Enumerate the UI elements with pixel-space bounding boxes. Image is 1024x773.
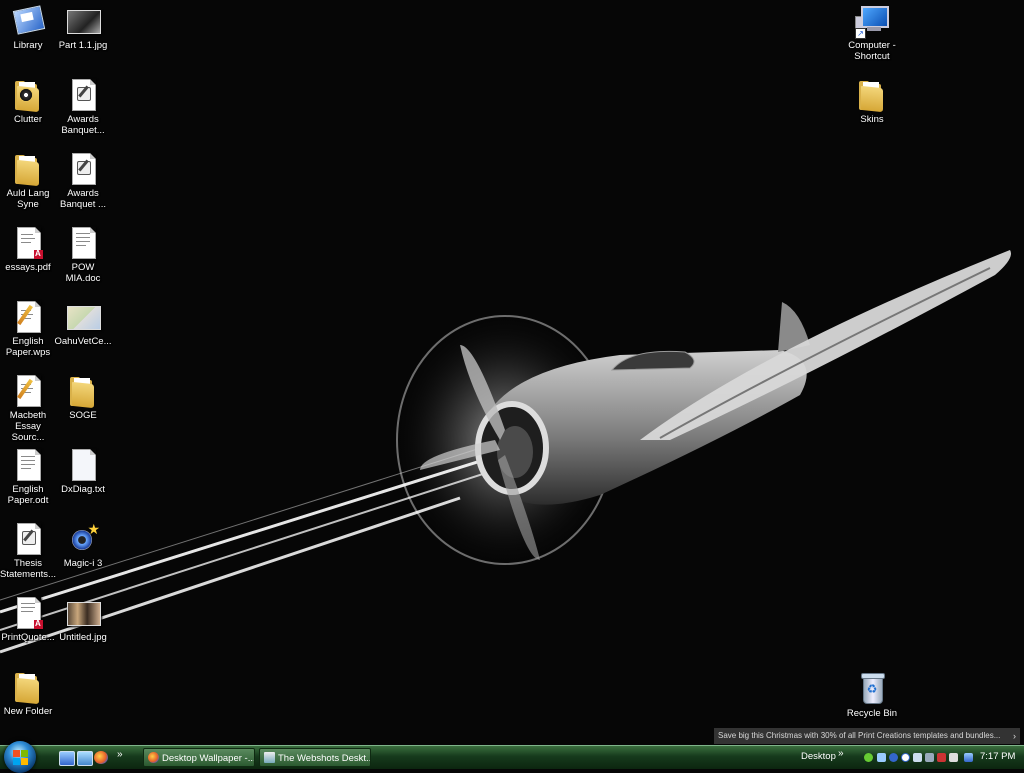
- computer-icon: ↗: [855, 4, 889, 39]
- image-file-icon: [66, 596, 101, 630]
- ad-banner[interactable]: Save big this Christmas with 30% of all …: [714, 728, 1020, 744]
- desktop-icon-library[interactable]: Library: [0, 4, 58, 51]
- folder-icon: [11, 152, 45, 187]
- image-file-icon: [66, 300, 101, 334]
- works-document-icon: [11, 300, 45, 334]
- desktop-icon-label: DxDiag.txt: [61, 484, 105, 495]
- desktop-icon-label: Macbeth Essay Sourc...: [9, 410, 47, 443]
- taskbar-button-desktop-wallpaper[interactable]: Desktop Wallpaper -...: [143, 748, 255, 767]
- desktop-icon-label: Recycle Bin: [846, 708, 898, 719]
- desktop-icon-label: New Folder: [3, 706, 53, 717]
- document-icon: [11, 448, 45, 482]
- tray-display-icon[interactable]: [913, 753, 922, 762]
- library-icon: [11, 4, 46, 38]
- desktop-icon-label: Auld Lang Syne: [6, 188, 50, 210]
- desktop-icon-label: POW MIA.doc: [65, 262, 101, 284]
- switch-windows-icon[interactable]: [77, 751, 93, 766]
- webshots-icon: [264, 752, 275, 763]
- tray-network-icon[interactable]: [877, 753, 886, 762]
- desktop-icon-auld-lang-syne[interactable]: Auld Lang Syne: [0, 152, 58, 210]
- taskbar: » Desktop Wallpaper -... The Webshots De…: [0, 741, 1024, 773]
- volume-icon[interactable]: [949, 753, 958, 762]
- desktop-icon-printquote[interactable]: PrintQuote...: [0, 596, 58, 643]
- desktop-toolbar-label[interactable]: Desktop: [801, 751, 836, 762]
- firefox-icon[interactable]: [94, 751, 108, 764]
- desktop-icon-label: Thesis Statements...: [0, 558, 56, 580]
- text-file-icon: [66, 448, 100, 482]
- folder-icon: [855, 78, 889, 113]
- works-document-icon: [11, 374, 45, 408]
- desktop-icon-label: SOGE: [69, 410, 97, 421]
- desktop-icon-computer-shortcut[interactable]: ↗ Computer - Shortcut: [842, 4, 902, 62]
- desktop-icon-soge[interactable]: SOGE: [53, 374, 113, 421]
- show-desktop-icon[interactable]: [59, 751, 75, 766]
- desktop-icon-oahuvetce[interactable]: OahuVetCe...: [53, 300, 113, 347]
- desktop-icon-pow-mia-doc[interactable]: POW MIA.doc: [53, 226, 113, 284]
- desktop-icon-label: Magic-i 3: [63, 558, 103, 569]
- desktop-icon-skins[interactable]: Skins: [842, 78, 902, 125]
- desktop-icon-part-1-1-jpg[interactable]: Part 1.1.jpg: [53, 4, 113, 51]
- network-icon[interactable]: [964, 753, 973, 762]
- desktop-icon-awards-banquet-1[interactable]: Awards Banquet...: [53, 78, 113, 136]
- desktop-icon-label: PrintQuote...: [1, 632, 55, 643]
- desktop-icon-label: Awards Banquet...: [61, 114, 105, 136]
- pdf-file-icon: [11, 226, 45, 260]
- recycle-bin-icon: ♻: [855, 672, 889, 706]
- desktop-icon-dxdiag-txt[interactable]: DxDiag.txt: [53, 448, 113, 495]
- ad-banner-text: Save big this Christmas with 30% of all …: [718, 731, 1001, 740]
- taskbar-clock[interactable]: 7:17 PM: [980, 751, 1015, 762]
- word-document-icon: [66, 226, 100, 260]
- firefox-icon: [148, 752, 159, 763]
- desktop-icon-awards-banquet-2[interactable]: Awards Banquet ...: [53, 152, 113, 210]
- desktop-icon-untitled-jpg[interactable]: Untitled.jpg: [53, 596, 113, 643]
- start-button[interactable]: [4, 741, 36, 773]
- magic-i-app-icon: ★: [66, 522, 100, 556]
- desktop-icon-recycle-bin[interactable]: ♻ Recycle Bin: [842, 672, 902, 719]
- folder-icon: [11, 670, 45, 705]
- desktop-icon-label: English Paper.wps: [5, 336, 51, 358]
- chevron-right-icon[interactable]: ›: [1013, 728, 1016, 744]
- quick-launch-chevron-icon[interactable]: »: [117, 749, 123, 760]
- desktop-icon-label: essays.pdf: [5, 262, 51, 273]
- desktop-icon-label: Computer - Shortcut: [848, 40, 896, 62]
- desktop-icon-label: OahuVetCe...: [54, 336, 112, 347]
- image-file-icon: [66, 4, 101, 38]
- desktop-icon-label: English Paper.odt: [7, 484, 49, 506]
- taskbar-button-label: Desktop Wallpaper -...: [162, 753, 255, 764]
- windows-logo-icon: [13, 750, 28, 765]
- tray-security-icon[interactable]: [937, 753, 946, 762]
- folder-icon: [11, 78, 45, 113]
- desktop-icon-label: Clutter: [14, 114, 42, 125]
- document-icon: [66, 152, 100, 186]
- pdf-file-icon: [11, 596, 45, 630]
- desktop-icon-label: Awards Banquet ...: [60, 188, 106, 210]
- tray-status-icon[interactable]: [864, 753, 873, 762]
- desktop-icon-label: Part 1.1.jpg: [58, 40, 108, 51]
- desktop-icon-essays-pdf[interactable]: essays.pdf: [0, 226, 58, 273]
- desktop-icon-magic-i-3[interactable]: ★ Magic-i 3: [53, 522, 113, 569]
- desktop-icon-english-paper-odt[interactable]: English Paper.odt: [0, 448, 58, 506]
- document-icon: [66, 78, 100, 112]
- tray-info-icon[interactable]: [901, 753, 910, 762]
- desktop-icon-english-paper-wps[interactable]: English Paper.wps: [0, 300, 58, 358]
- tray-app-icon[interactable]: [889, 753, 898, 762]
- desktop-icon-new-folder[interactable]: New Folder: [0, 670, 58, 717]
- desktop-icon-label: Library: [13, 40, 43, 51]
- desktop-icon-clutter[interactable]: Clutter: [0, 78, 58, 125]
- desktop-icon-thesis-statements[interactable]: Thesis Statements...: [0, 522, 58, 580]
- desktop-toolbar-chevron-icon[interactable]: »: [838, 748, 844, 759]
- desktop-icon-label: Skins: [860, 114, 884, 125]
- taskbar-button-webshots-desktop[interactable]: The Webshots Deskt...: [259, 748, 371, 767]
- taskbar-button-label: The Webshots Deskt...: [278, 753, 371, 764]
- tray-device-icon[interactable]: [925, 753, 934, 762]
- document-icon: [11, 522, 45, 556]
- desktop-icon-macbeth-essay-sources[interactable]: Macbeth Essay Sourc...: [0, 374, 58, 443]
- folder-icon: [66, 374, 100, 409]
- desktop-icon-label: Untitled.jpg: [59, 632, 107, 643]
